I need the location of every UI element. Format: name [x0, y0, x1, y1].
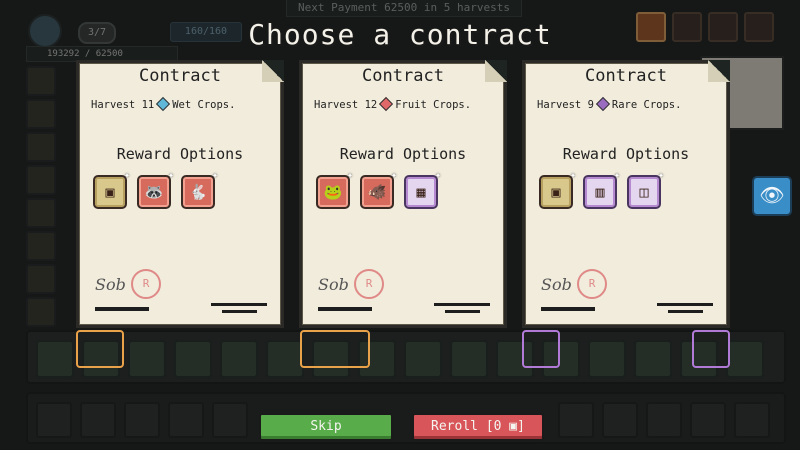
contract-heading: Contract	[362, 66, 444, 86]
skip-button[interactable]: Skip	[259, 413, 393, 441]
contract-heading: Contract	[139, 66, 221, 86]
signature: Sob	[318, 275, 349, 294]
sparkle-icon: ✦	[657, 170, 664, 181]
sparkle-icon: ✦	[434, 170, 441, 181]
requirement-type: Fruit Crops.	[395, 99, 472, 111]
sparkle-icon: ✦	[390, 170, 397, 181]
requirement-count: Harvest 9	[537, 99, 594, 111]
contract-requirement: Harvest 12 Fruit Crops.	[314, 96, 472, 112]
crop-type-gem-icon	[595, 96, 610, 112]
sparkle-icon: ✦	[123, 170, 130, 181]
signature-dash-lines	[211, 303, 267, 317]
reward-options: ▣ ✦ ▥ ✦ ◫ ✦	[539, 171, 671, 209]
highlighted-crop	[76, 330, 124, 368]
card-pack-icon[interactable]: ▦ ✦	[404, 171, 441, 209]
contract-card[interactable]: Contract Harvest 9 Rare Crops. Reward Optio…	[522, 60, 730, 328]
requirement-count: Harvest 11	[91, 99, 155, 111]
signature-line	[95, 307, 149, 311]
boar-icon[interactable]: 🐗 ✦	[360, 171, 397, 209]
signature: Sob	[541, 275, 572, 294]
signature: Sob	[95, 275, 126, 294]
highlighted-crop	[522, 330, 560, 368]
contract-requirement: Harvest 11 Wet Crops.	[91, 96, 236, 112]
stamp-seal: R	[577, 269, 607, 299]
sparkle-icon: ✦	[613, 170, 620, 181]
sparkle-icon: ✦	[167, 170, 174, 181]
signature-dash-lines	[434, 303, 490, 317]
signature-dash-lines	[657, 303, 713, 317]
requirement-type: Rare Crops.	[611, 99, 682, 111]
overlay-title: Choose a contract	[248, 18, 552, 51]
upgrade-scroll-icon[interactable]: ▣ ✦	[539, 171, 576, 209]
contract-card[interactable]: Contract Harvest 11 Wet Crops. Reward Optio…	[76, 60, 284, 328]
basket-icon[interactable]: ▥ ✦	[583, 171, 620, 209]
highlighted-crop	[300, 330, 370, 368]
reward-options-heading: Reward Options	[116, 145, 244, 163]
stamp-seal: R	[354, 269, 384, 299]
sparkle-icon: ✦	[211, 170, 218, 181]
crop-type-gem-icon	[379, 96, 394, 112]
rabbit-icon[interactable]: 🐇 ✦	[181, 171, 218, 209]
signature-line	[318, 307, 372, 311]
reward-options: 🐸 ✦ 🐗 ✦ ▦ ✦	[316, 171, 448, 209]
crop-type-gem-icon	[156, 96, 171, 112]
sparkle-icon: ✦	[569, 170, 576, 181]
eye-icon[interactable]: 👁	[752, 176, 792, 216]
seed-packet-icon[interactable]: ◫ ✦	[627, 171, 664, 209]
stamp-seal: R	[131, 269, 161, 299]
reroll-button[interactable]: Reroll [0 ▣]	[412, 413, 544, 441]
contract-heading: Contract	[585, 66, 667, 86]
signature-line	[541, 307, 595, 311]
reward-options: ▣ ✦ 🦝 ✦ 🐇 ✦	[93, 171, 225, 209]
upgrade-scroll-icon[interactable]: ▣ ✦	[93, 171, 130, 209]
sparkle-icon: ✦	[346, 170, 353, 181]
reward-options-heading: Reward Options	[339, 145, 467, 163]
reward-options-heading: Reward Options	[562, 145, 690, 163]
contract-card[interactable]: Contract Harvest 12 Fruit Crops. Reward Opt…	[299, 60, 507, 328]
requirement-type: Wet Crops.	[172, 99, 236, 111]
contract-requirement: Harvest 9 Rare Crops.	[537, 96, 682, 112]
requirement-count: Harvest 12	[314, 99, 378, 111]
raccoon-icon[interactable]: 🦝 ✦	[137, 171, 174, 209]
highlighted-crop	[692, 330, 730, 368]
frog-icon[interactable]: 🐸 ✦	[316, 171, 353, 209]
